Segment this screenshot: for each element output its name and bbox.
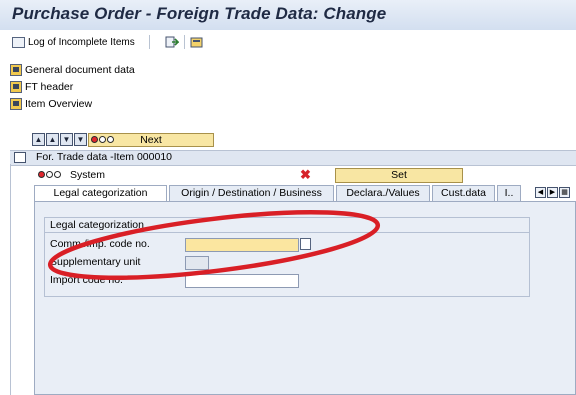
annotation-ellipse xyxy=(47,210,381,280)
